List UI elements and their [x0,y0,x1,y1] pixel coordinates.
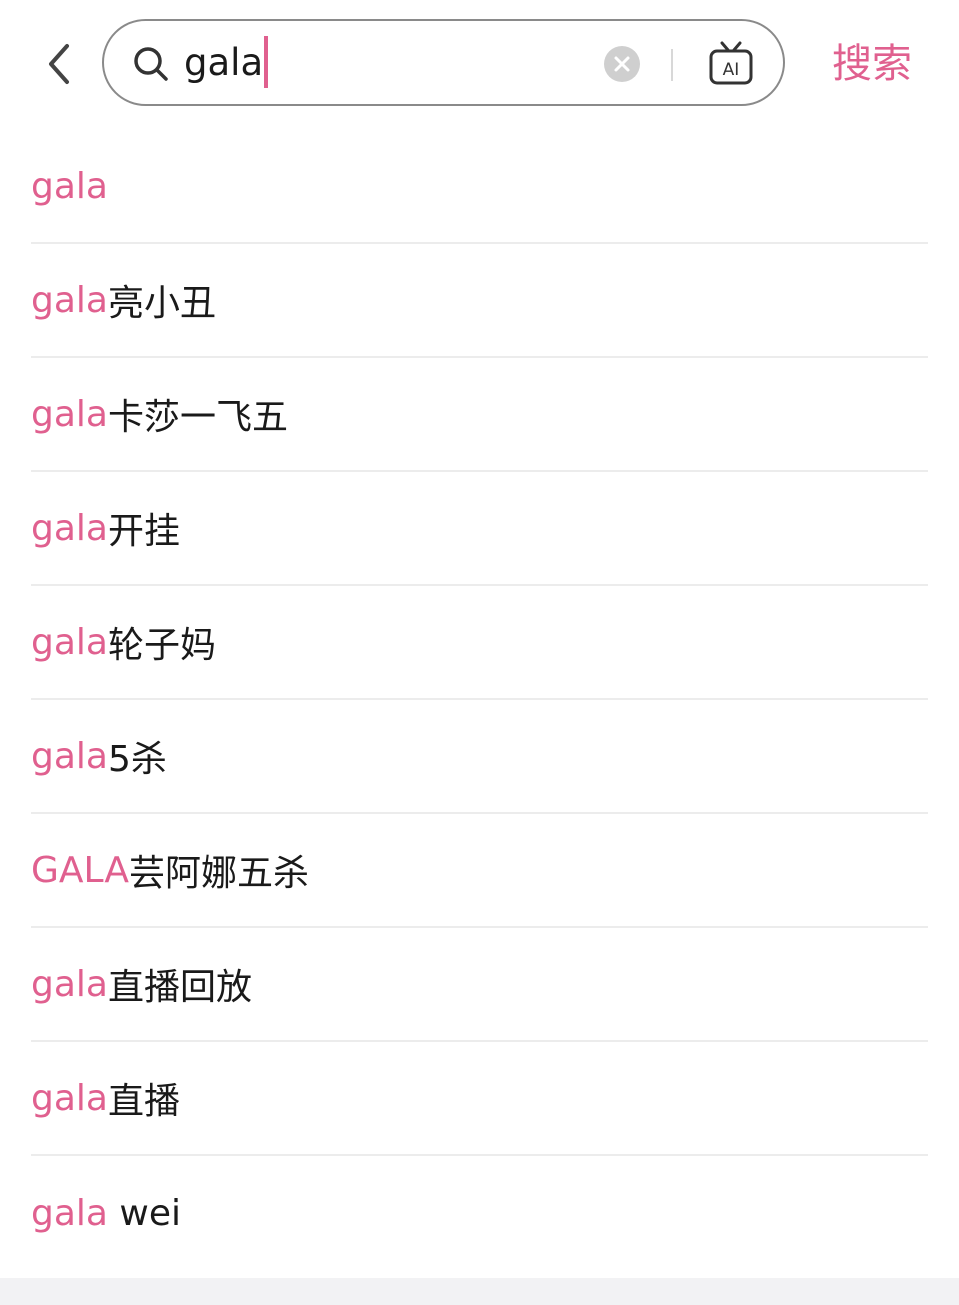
suggestion-item[interactable]: gala 5杀 [31,700,928,814]
suggestion-text: 芸阿娜五杀 [129,853,310,894]
search-input-value: gala [184,41,264,84]
suggestion-item[interactable]: GALA 芸阿娜五杀 [31,814,928,928]
suggestion-highlight: GALA [31,849,130,891]
suggestion-item[interactable]: gala [31,130,928,244]
suggestion-item[interactable]: gala 直播 [31,1042,928,1156]
suggestion-text: 5杀 [107,739,167,780]
suggestion-highlight: gala [31,1192,108,1234]
ai-label: AI [723,60,740,80]
suggestion-item[interactable]: gala 卡莎一飞五 [31,358,928,472]
search-input[interactable]: gala [184,35,269,91]
search-icon [134,47,168,81]
suggestion-item[interactable]: gala 亮小丑 [31,244,928,358]
bottom-bar [0,1278,959,1305]
suggestion-highlight: gala [31,1077,108,1119]
search-page: gala AI 搜索 gala gala 亮小丑 gala 卡莎一飞五 gala 开挂 gal… [0,0,959,1305]
suggestion-highlight: gala [31,279,108,321]
suggestion-item[interactable]: gala 轮子妈 [31,586,928,700]
ai-tv-icon[interactable]: AI [708,39,754,87]
suggestion-text: 亮小丑 [107,283,216,324]
suggestion-text: 直播回放 [107,967,252,1008]
back-button[interactable] [30,36,86,92]
suggestion-text: 卡莎一飞五 [107,397,288,438]
suggestion-item[interactable]: gala wei [31,1156,928,1270]
suggestion-highlight: gala [31,393,108,435]
chevron-left-icon [49,44,69,84]
search-divider [671,49,673,81]
clear-circle-icon[interactable] [604,46,640,82]
search-box[interactable]: gala AI [102,19,785,106]
search-submit-button[interactable]: 搜索 [832,36,912,92]
suggestion-highlight: gala [31,735,108,777]
suggestion-text: 轮子妈 [107,625,216,666]
suggestion-text: wei [107,1192,182,1234]
suggestion-highlight: gala [31,963,108,1005]
suggestion-text: 开挂 [107,511,180,552]
text-caret [264,35,269,88]
suggestion-highlight: gala [31,165,108,207]
search-header: gala AI 搜索 [0,0,959,130]
suggestion-text: 直播 [107,1081,180,1122]
suggestion-highlight: gala [31,621,108,663]
suggestion-list: gala gala 亮小丑 gala 卡莎一飞五 gala 开挂 gala 轮子妈 gala 5杀 G… [31,130,928,1270]
suggestion-highlight: gala [31,507,108,549]
suggestion-item[interactable]: gala 直播回放 [31,928,928,1042]
suggestion-item[interactable]: gala 开挂 [31,472,928,586]
